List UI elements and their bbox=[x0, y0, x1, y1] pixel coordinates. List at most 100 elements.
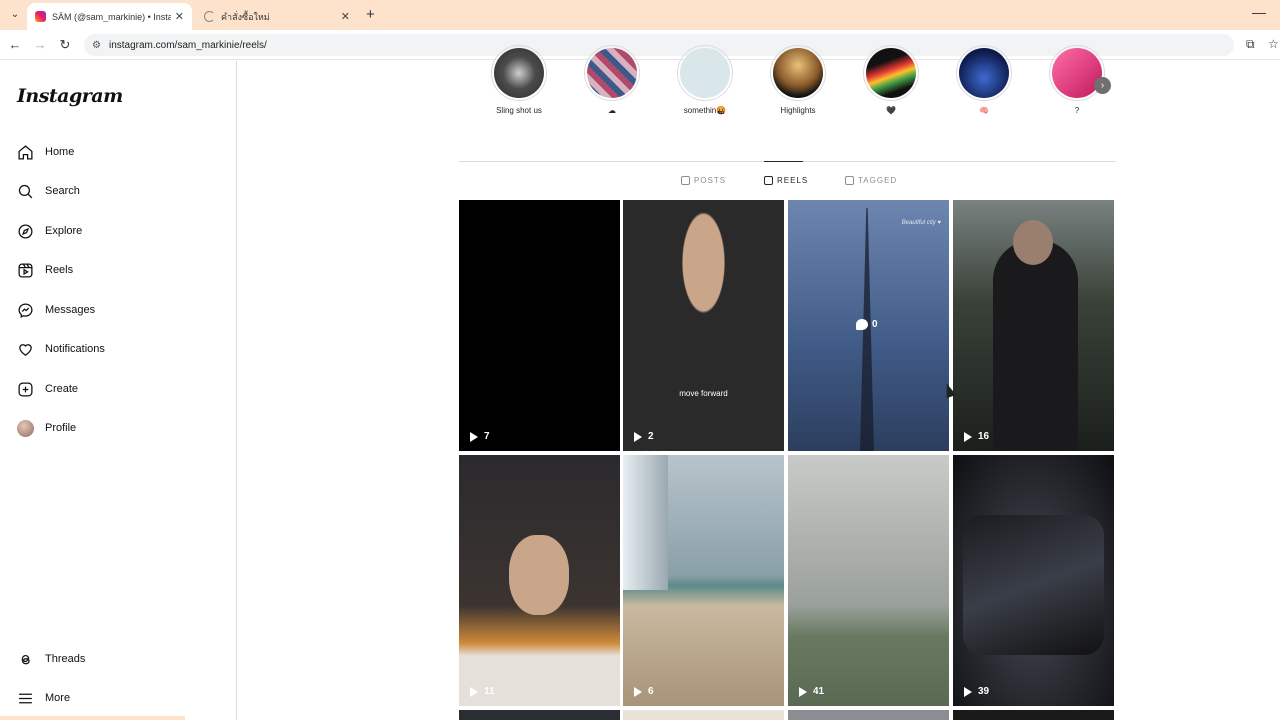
play-icon bbox=[964, 686, 972, 697]
play-icon bbox=[799, 686, 807, 697]
reels-tab-icon bbox=[764, 176, 773, 185]
reel-thumbnail[interactable]: 6 bbox=[623, 455, 784, 706]
active-tab-indicator bbox=[764, 161, 803, 162]
install-app-icon[interactable]: ⧉ bbox=[1246, 37, 1255, 52]
nav-more[interactable]: More bbox=[16, 685, 216, 711]
highlight-label: ☁ bbox=[608, 106, 616, 115]
reels-icon bbox=[16, 261, 34, 279]
nav-messages-label: Messages bbox=[45, 304, 96, 316]
highlight-label: 🧠 bbox=[979, 106, 989, 115]
nav-threads-label: Threads bbox=[45, 653, 86, 665]
forward-arrow-icon[interactable]: → bbox=[31, 36, 49, 54]
close-tab-icon[interactable]: ✕ bbox=[175, 10, 184, 23]
highlight-item[interactable]: somethin🤬 bbox=[660, 45, 750, 115]
reel-thumbnail[interactable]: move forward 2 bbox=[623, 200, 784, 451]
nav-home[interactable]: Home bbox=[16, 139, 216, 165]
nav-reels[interactable]: Reels bbox=[16, 257, 216, 283]
nav-messages[interactable]: Messages bbox=[16, 297, 216, 323]
site-info-icon[interactable]: ⚙ bbox=[92, 40, 101, 51]
compass-icon bbox=[16, 222, 34, 240]
nav-explore[interactable]: Explore bbox=[16, 218, 216, 244]
instagram-favicon-icon bbox=[35, 11, 46, 22]
nav-profile[interactable]: Profile bbox=[16, 415, 216, 441]
nav-more-label: More bbox=[45, 692, 71, 704]
highlight-label: ? bbox=[1074, 106, 1080, 115]
nav-search[interactable]: Search bbox=[16, 178, 216, 204]
grid-icon bbox=[681, 176, 690, 185]
tab-title: คำสั่งซื้อใหม่ bbox=[221, 11, 270, 22]
scroll-indicator bbox=[0, 716, 185, 720]
reel-watermark: Beautiful city ♥ bbox=[901, 220, 941, 226]
view-count: 6 bbox=[634, 686, 654, 697]
instagram-logo[interactable]: Instagram bbox=[17, 85, 123, 107]
reel-thumbnail[interactable] bbox=[623, 710, 784, 720]
story-highlights: Sling shot us ☁ somethin🤬 Highlights 🖤 🧠… bbox=[470, 45, 1120, 131]
highlights-next-chevron-icon[interactable]: › bbox=[1094, 77, 1111, 94]
play-icon bbox=[964, 431, 972, 442]
reel-thumbnail[interactable] bbox=[459, 710, 620, 720]
tab-reels[interactable]: REELS bbox=[764, 176, 808, 185]
bookmark-star-icon[interactable]: ☆ bbox=[1268, 37, 1279, 51]
instagram-sidebar: Instagram Home Search Explore Reels Mess… bbox=[0, 61, 237, 720]
comment-count-overlay: 0 bbox=[856, 319, 878, 330]
nav-search-label: Search bbox=[45, 185, 80, 197]
person-silhouette bbox=[993, 240, 1078, 451]
play-icon bbox=[634, 431, 642, 442]
tab-title: SÄM (@sam_markinie) • Instagram bbox=[52, 11, 171, 22]
view-count: 7 bbox=[470, 431, 490, 442]
nav-create[interactable]: Create bbox=[16, 376, 216, 402]
tab-posts[interactable]: POSTS bbox=[681, 176, 726, 185]
minimize-window-icon[interactable]: — bbox=[1252, 4, 1266, 20]
play-icon bbox=[470, 686, 478, 697]
back-arrow-icon[interactable]: ← bbox=[6, 36, 24, 54]
plus-square-icon bbox=[16, 380, 34, 398]
menu-icon bbox=[16, 689, 34, 707]
reel-thumbnail[interactable]: 11 bbox=[459, 455, 620, 706]
browser-tab-instagram[interactable]: SÄM (@sam_markinie) • Instagram ✕ bbox=[27, 3, 192, 30]
messenger-icon bbox=[16, 301, 34, 319]
reel-thumbnail[interactable]: 39 bbox=[953, 455, 1114, 706]
tab-tagged[interactable]: TAGGED bbox=[845, 176, 897, 185]
reload-icon[interactable]: ↻ bbox=[56, 36, 74, 54]
highlight-item[interactable]: ☁ bbox=[567, 45, 657, 115]
highlight-item[interactable]: 🖤 bbox=[846, 45, 936, 115]
reel-caption: move forward bbox=[679, 389, 728, 398]
view-count: 11 bbox=[470, 686, 495, 697]
play-icon bbox=[470, 431, 478, 442]
highlight-item[interactable]: Sling shot us bbox=[474, 45, 564, 115]
close-tab-icon[interactable]: ✕ bbox=[341, 10, 350, 23]
browser-tab-order[interactable]: คำสั่งซื้อใหม่ ✕ bbox=[196, 3, 358, 30]
nav-explore-label: Explore bbox=[45, 225, 83, 237]
view-count: 2 bbox=[634, 431, 654, 442]
highlight-item[interactable]: 🧠 bbox=[939, 45, 1029, 115]
nav-profile-label: Profile bbox=[45, 422, 77, 434]
comment-bubble-icon bbox=[856, 319, 868, 330]
nav-threads[interactable]: Threads bbox=[16, 646, 216, 672]
nav-reels-label: Reels bbox=[45, 264, 74, 276]
highlight-label: Sling shot us bbox=[496, 106, 542, 115]
reel-thumbnail[interactable]: 16 bbox=[953, 200, 1114, 451]
reel-thumbnail[interactable]: 41 bbox=[788, 455, 949, 706]
view-count: 39 bbox=[964, 686, 989, 697]
nav-create-label: Create bbox=[45, 383, 79, 395]
threads-icon bbox=[16, 650, 34, 668]
url-text: instagram.com/sam_markinie/reels/ bbox=[108, 39, 267, 51]
nav-home-label: Home bbox=[45, 146, 75, 158]
browser-tab-bar: ⌄ SÄM (@sam_markinie) • Instagram ✕ คำสั… bbox=[0, 0, 1280, 30]
tab-search-chevron-icon[interactable]: ⌄ bbox=[6, 6, 24, 24]
view-count: 16 bbox=[964, 431, 989, 442]
reel-thumbnail[interactable] bbox=[788, 710, 949, 720]
reel-thumbnail[interactable]: Beautiful city ♥ 0 bbox=[788, 200, 949, 451]
play-icon bbox=[634, 686, 642, 697]
tag-user-icon bbox=[845, 176, 854, 185]
reel-thumbnail[interactable] bbox=[953, 710, 1114, 720]
nav-notifications[interactable]: Notifications bbox=[16, 336, 216, 362]
heart-icon bbox=[16, 340, 34, 358]
car-silhouette bbox=[963, 515, 1104, 655]
highlight-item[interactable]: Highlights bbox=[753, 45, 843, 115]
highlight-label: somethin🤬 bbox=[683, 106, 727, 115]
avatar bbox=[16, 419, 34, 437]
search-icon bbox=[16, 182, 34, 200]
new-tab-button[interactable]: + bbox=[366, 6, 375, 23]
reel-thumbnail[interactable]: 7 bbox=[459, 200, 620, 451]
